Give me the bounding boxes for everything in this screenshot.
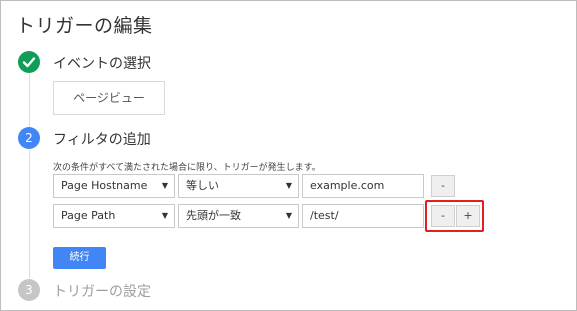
step-1-label[interactable]: イベントの選択 <box>53 53 151 73</box>
chevron-down-icon: ▼ <box>285 211 292 220</box>
filter-variable-value: Page Hostname <box>61 179 148 192</box>
remove-filter-button[interactable]: - <box>431 175 455 197</box>
continue-button[interactable]: 続行 <box>53 247 106 269</box>
step-connector <box>29 74 30 127</box>
filter-operator-value: 等しい <box>186 179 219 192</box>
check-icon <box>22 57 36 68</box>
filter-operator-select[interactable]: 等しい ▼ <box>178 174 299 198</box>
chevron-down-icon: ▼ <box>161 211 168 220</box>
step-3-number: 3 <box>18 279 40 301</box>
highlight-box <box>425 200 484 232</box>
step-2-number: 2 <box>18 127 40 149</box>
step-1-check-icon <box>18 51 40 73</box>
filter-operator-select[interactable]: 先頭が一致 ▼ <box>178 204 299 228</box>
filter-variable-select[interactable]: Page Hostname ▼ <box>53 174 175 198</box>
step-2-label: フィルタの追加 <box>53 132 151 148</box>
step-3-label[interactable]: トリガーの設定 <box>53 281 151 301</box>
filter-value-input[interactable]: /test/ <box>302 204 424 228</box>
chevron-down-icon: ▼ <box>161 181 168 190</box>
filter-variable-select[interactable]: Page Path ▼ <box>53 204 175 228</box>
filter-operator-value: 先頭が一致 <box>186 209 241 222</box>
filter-value-input[interactable]: example.com <box>302 174 424 198</box>
page-title: トリガーの編集 <box>16 15 153 37</box>
event-type-card[interactable]: ページビュー <box>53 81 165 115</box>
step-connector <box>29 150 30 278</box>
filter-variable-value: Page Path <box>61 209 116 222</box>
filter-description: 次の条件がすべて満たされた場合に限り、トリガーが発生します。 <box>53 163 321 173</box>
chevron-down-icon: ▼ <box>285 181 292 190</box>
